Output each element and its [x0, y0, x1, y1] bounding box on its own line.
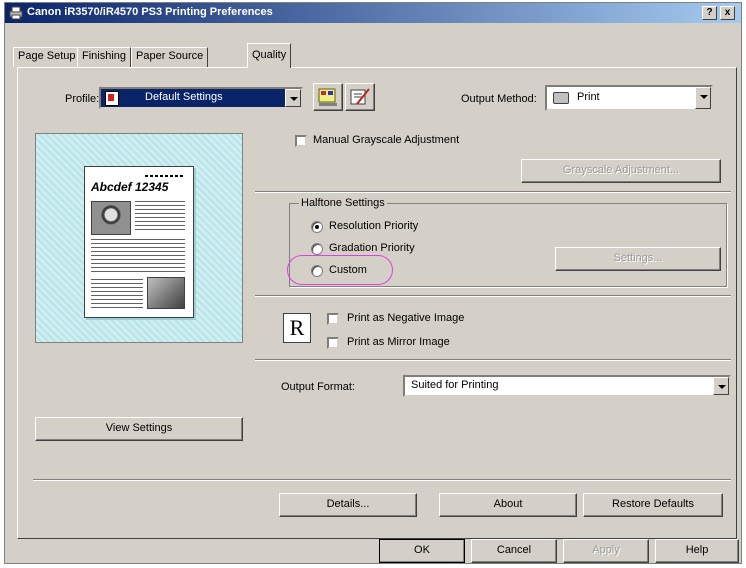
- negative-image-label: Print as Negative Image: [347, 312, 465, 324]
- cancel-button[interactable]: Cancel: [471, 539, 557, 563]
- grayscale-adjustment-button[interactable]: Grayscale Adjustment...: [521, 159, 721, 183]
- divider: [255, 359, 731, 361]
- output-format-value: Suited for Printing: [411, 379, 499, 391]
- chevron-down-icon[interactable]: [695, 87, 711, 109]
- r-sample-box: R: [283, 313, 311, 343]
- divider: [255, 295, 731, 297]
- divider: [33, 479, 731, 481]
- printer-icon: [553, 92, 569, 104]
- manual-grayscale-checkbox[interactable]: [295, 135, 307, 147]
- preview-photo: [91, 201, 131, 235]
- profile-value: Default Settings: [145, 91, 223, 103]
- details-button[interactable]: Details...: [279, 493, 417, 517]
- add-profile-button[interactable]: [345, 83, 375, 111]
- output-method-select[interactable]: Print: [545, 85, 713, 111]
- mirror-image-label: Print as Mirror Image: [347, 336, 450, 348]
- output-method-label: Output Method:: [461, 93, 537, 105]
- chevron-down-icon[interactable]: [285, 89, 301, 107]
- window-title: Canon iR3570/iR4570 PS3 Printing Prefere…: [27, 6, 273, 18]
- profile-select[interactable]: Default Settings: [99, 87, 303, 109]
- close-title-button[interactable]: x: [720, 6, 735, 20]
- output-format-label: Output Format:: [281, 381, 355, 393]
- help-title-button[interactable]: ?: [702, 6, 717, 20]
- tab-page-setup[interactable]: Page Setup: [13, 47, 81, 67]
- restore-defaults-button[interactable]: Restore Defaults: [583, 493, 723, 517]
- negative-image-checkbox[interactable]: [327, 313, 339, 325]
- mirror-image-checkbox[interactable]: [327, 337, 339, 349]
- chevron-down-icon[interactable]: [713, 377, 729, 395]
- r-sample-glyph: R: [289, 315, 305, 340]
- edit-profile-icon: [318, 88, 337, 106]
- preview-heading: Abcdef 12345: [91, 180, 169, 194]
- resolution-priority-label: Resolution Priority: [329, 220, 419, 232]
- custom-label: Custom: [329, 264, 367, 276]
- add-profile-icon: [350, 88, 370, 105]
- output-method-value: Print: [577, 91, 600, 103]
- halftone-title: Halftone Settings: [299, 197, 387, 209]
- about-button[interactable]: About: [439, 493, 577, 517]
- title-bar: Canon iR3570/iR4570 PS3 Printing Prefere…: [5, 3, 741, 23]
- view-settings-button[interactable]: View Settings: [35, 417, 243, 441]
- profile-label: Profile:: [65, 93, 100, 105]
- preview-graphic: [147, 277, 185, 309]
- resolution-priority-radio[interactable]: [311, 221, 323, 233]
- profile-icon: [105, 91, 119, 106]
- gradation-priority-label: Gradation Priority: [329, 242, 415, 254]
- gradation-priority-radio[interactable]: [311, 243, 323, 255]
- preview-area: Abcdef 12345: [35, 133, 243, 343]
- tab-finishing[interactable]: Finishing: [77, 47, 132, 67]
- ok-button[interactable]: OK: [379, 539, 465, 563]
- edit-profile-button[interactable]: [313, 83, 343, 111]
- printer-app-icon: [9, 6, 23, 20]
- apply-button[interactable]: Apply: [563, 539, 649, 563]
- divider: [255, 191, 731, 193]
- custom-radio[interactable]: [311, 265, 323, 277]
- manual-grayscale-label: Manual Grayscale Adjustment: [313, 134, 460, 146]
- help-button[interactable]: Help: [655, 539, 739, 563]
- tab-paper-source[interactable]: Paper Source: [131, 47, 209, 67]
- preview-page: Abcdef 12345: [84, 166, 194, 318]
- printing-preferences-window: Canon iR3570/iR4570 PS3 Printing Prefere…: [4, 2, 742, 564]
- output-format-select[interactable]: Suited for Printing: [403, 375, 731, 397]
- halftone-settings-button[interactable]: Settings...: [555, 247, 721, 271]
- tab-quality[interactable]: Quality: [247, 43, 292, 68]
